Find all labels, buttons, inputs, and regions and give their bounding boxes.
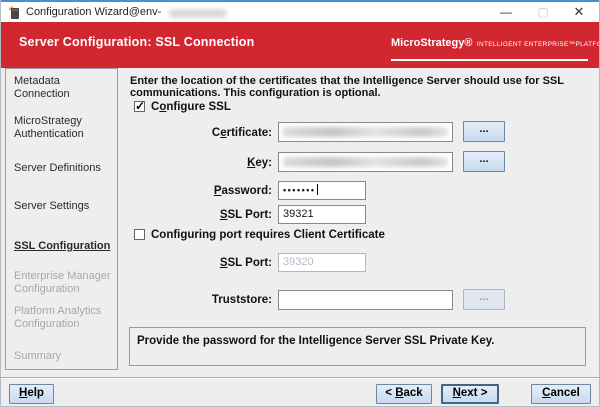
wizard-step-list: Metadata Connection MicroStrategy Authen… — [5, 68, 118, 370]
sidebar-item-summary: Summary — [14, 350, 114, 363]
brand-name: MicroStrategy® — [391, 37, 472, 49]
hint-panel: Provide the password for the Intelligenc… — [129, 327, 586, 366]
brand-suffix: INTELLIGENT ENTERPRISE™PLATFORM — [477, 41, 600, 48]
certificate-browse-button[interactable]: ... — [463, 121, 505, 142]
window-title-redaction — [169, 9, 227, 18]
truststore-browse-button-disabled: ... — [463, 289, 505, 310]
configure-ssl-checkbox[interactable] — [134, 101, 145, 112]
sidebar-item-ssl-configuration[interactable]: SSL Configuration — [14, 240, 114, 253]
password-label: Password: — [130, 185, 272, 197]
sidebar-item-server-definitions[interactable]: Server Definitions — [14, 162, 114, 175]
ssl-port-label: SSL Port: — [130, 209, 272, 221]
footer-separator — [1, 377, 600, 379]
certificate-redaction — [283, 127, 448, 137]
client-cert-checkbox-row: Configuring port requires Client Certifi… — [134, 229, 385, 241]
sidebar-item-platform-analytics-configuration: Platform Analytics Configuration — [14, 305, 114, 331]
sidebar-item-server-settings[interactable]: Server Settings — [14, 200, 114, 213]
sidebar-item-enterprise-manager-configuration: Enterprise Manager Configuration — [14, 270, 114, 296]
truststore-input[interactable] — [278, 290, 453, 310]
cancel-button[interactable]: Cancel — [531, 384, 591, 404]
password-input[interactable]: ••••••• — [278, 181, 366, 200]
maximize-button: ▢ — [528, 2, 558, 22]
client-cert-checkbox[interactable] — [134, 229, 145, 240]
brand-logo: MicroStrategy® INTELLIGENT ENTERPRISE™PL… — [391, 33, 588, 61]
key-input[interactable] — [278, 152, 453, 172]
certificate-label: Certificate: — [130, 127, 272, 139]
truststore-label: Truststore: — [130, 294, 272, 306]
titlebar: Configuration Wizard@env- — ▢ ✕ — [1, 2, 600, 22]
back-button[interactable]: < Back — [376, 384, 432, 404]
window-title: Configuration Wizard@env- — [26, 6, 161, 18]
next-button[interactable]: Next > — [441, 384, 499, 404]
app-icon — [9, 6, 20, 19]
ssl-port2-input-disabled: 39320 — [278, 253, 366, 272]
text-caret — [317, 184, 318, 195]
page-title: Server Configuration: SSL Connection — [19, 35, 254, 49]
certificate-input[interactable] — [278, 122, 453, 142]
ssl-port2-label: SSL Port: — [130, 257, 272, 269]
configure-ssl-label: Configure SSL — [151, 101, 231, 113]
instruction-text: Enter the location of the certificates t… — [130, 75, 594, 99]
configure-ssl-checkbox-row: Configure SSL — [134, 101, 231, 113]
ssl-port-input[interactable]: 39321 — [278, 205, 366, 224]
wizard-header: Server Configuration: SSL Connection Mic… — [1, 22, 600, 68]
key-redaction — [283, 157, 448, 167]
key-label: Key: — [130, 157, 272, 169]
sidebar-item-metadata-connection[interactable]: Metadata Connection — [14, 75, 114, 101]
close-button[interactable]: ✕ — [564, 2, 594, 22]
client-cert-label: Configuring port requires Client Certifi… — [151, 229, 385, 241]
sidebar-item-microstrategy-authentication[interactable]: MicroStrategy Authentication — [14, 115, 114, 141]
key-browse-button[interactable]: ... — [463, 151, 505, 172]
configuration-wizard-window: Configuration Wizard@env- — ▢ ✕ Server C… — [0, 0, 600, 407]
password-masked-value: ••••••• — [283, 185, 316, 195]
help-button[interactable]: Help — [9, 384, 54, 404]
minimize-button[interactable]: — — [491, 2, 521, 22]
